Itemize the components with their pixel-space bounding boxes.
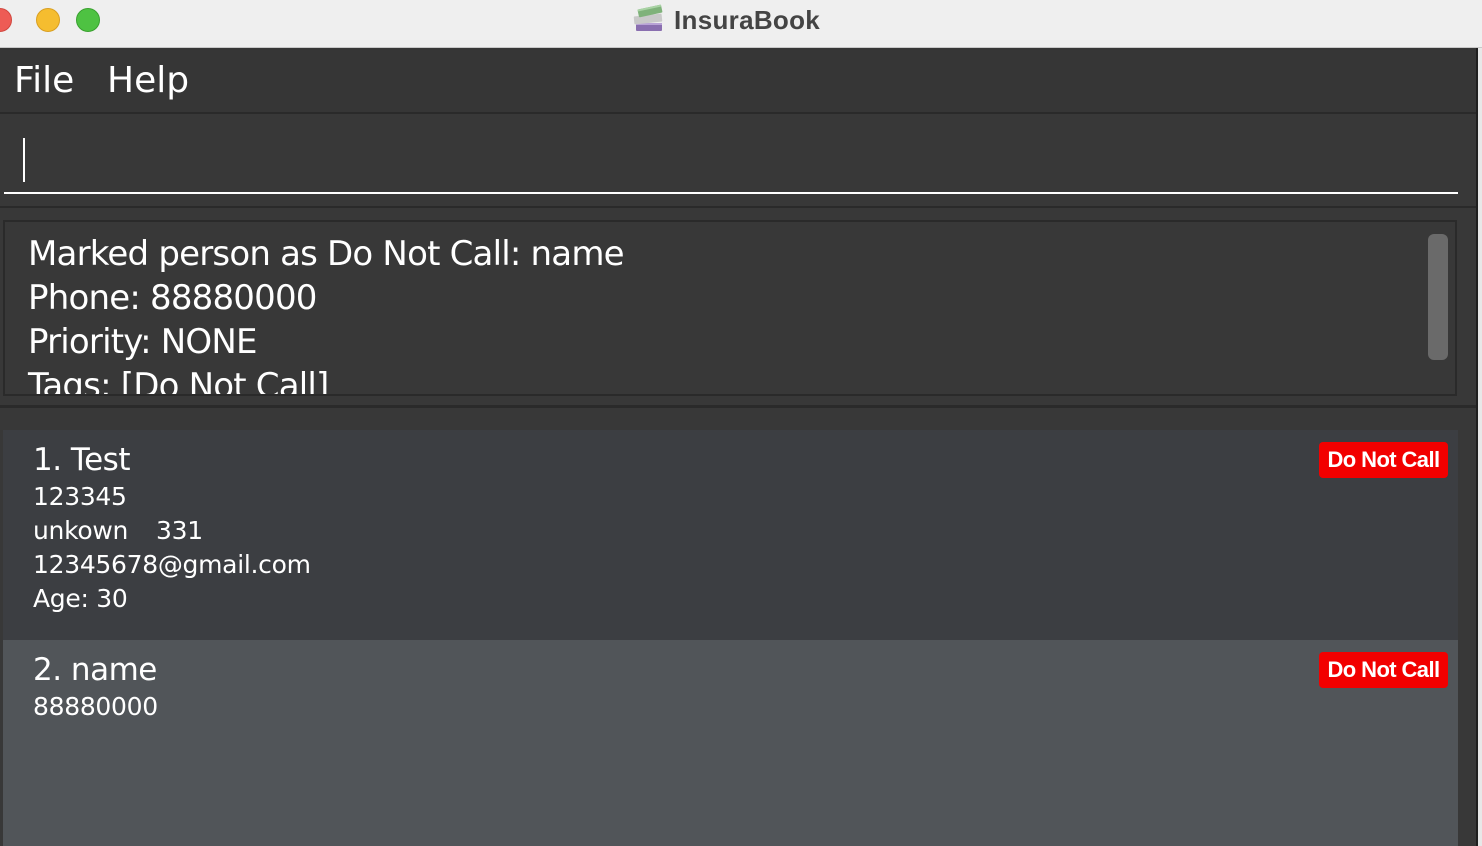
result-line: Tags: [Do Not Call] xyxy=(28,366,329,396)
window-edge xyxy=(1478,48,1482,846)
result-display[interactable]: Marked person as Do Not Call: name Phone… xyxy=(3,220,1457,396)
command-box-container xyxy=(0,114,1478,208)
close-window-button[interactable] xyxy=(0,8,12,32)
person-card-selected[interactable]: 2. name 88880000 Do Not Call xyxy=(3,640,1458,846)
person-address-extra: 331 xyxy=(156,516,203,545)
window-title-group: InsuraBook xyxy=(632,2,820,38)
person-phone: 88880000 xyxy=(33,692,158,721)
do-not-call-badge: Do Not Call xyxy=(1319,442,1448,478)
menu-help[interactable]: Help xyxy=(107,60,189,101)
do-not-call-badge: Do Not Call xyxy=(1319,652,1448,688)
result-line: Marked person as Do Not Call: name xyxy=(28,234,625,274)
books-app-icon xyxy=(633,4,663,31)
person-name: 1. Test xyxy=(33,442,130,478)
menu-file[interactable]: File xyxy=(14,60,74,101)
command-input[interactable] xyxy=(4,126,1458,194)
minimize-window-button[interactable] xyxy=(36,8,60,32)
result-display-container: Marked person as Do Not Call: name Phone… xyxy=(0,208,1478,408)
window-title: InsuraBook xyxy=(674,4,821,35)
menu-bar: File Help xyxy=(0,48,1478,114)
maximize-window-button[interactable] xyxy=(76,8,100,32)
text-caret xyxy=(23,138,25,182)
title-bar: InsuraBook xyxy=(0,0,1482,48)
person-age: Age: 30 xyxy=(33,584,128,613)
result-line: Priority: NONE xyxy=(28,322,258,362)
person-phone: 123345 xyxy=(33,482,127,511)
person-name: 2. name xyxy=(33,652,157,688)
app-window: InsuraBook File Help Marked person as Do… xyxy=(0,0,1482,846)
result-line: Phone: 88880000 xyxy=(28,278,317,318)
result-scrollbar-thumb[interactable] xyxy=(1428,234,1448,360)
person-card[interactable]: 1. Test 123345 unkown 331 12345678@gmail… xyxy=(3,430,1458,640)
person-email: 12345678@gmail.com xyxy=(33,550,311,579)
person-address: unkown xyxy=(33,516,129,545)
